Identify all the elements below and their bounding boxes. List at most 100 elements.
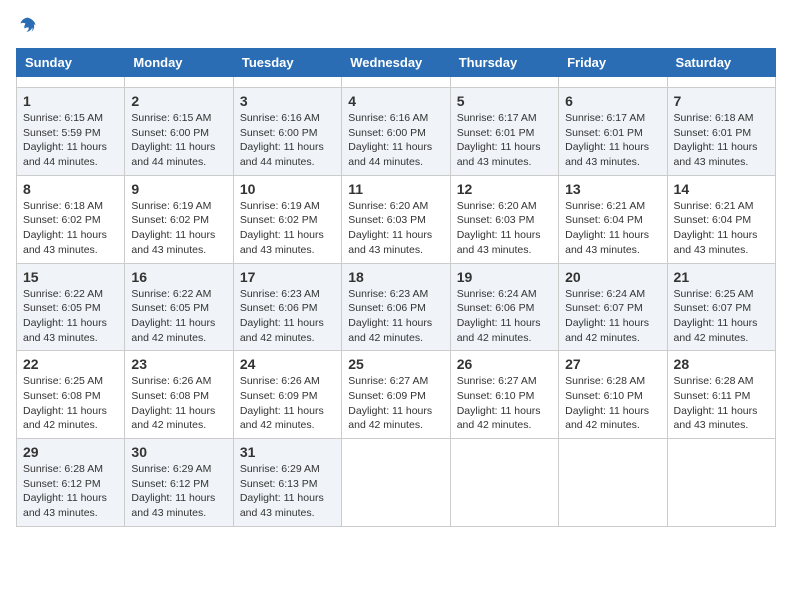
day-info: Sunrise: 6:17 AMSunset: 6:01 PMDaylight:… xyxy=(565,111,660,170)
day-info: Sunrise: 6:15 AMSunset: 6:00 PMDaylight:… xyxy=(131,111,226,170)
calendar-cell: 14 Sunrise: 6:21 AMSunset: 6:04 PMDayligh… xyxy=(667,175,775,263)
calendar-cell: 9 Sunrise: 6:19 AMSunset: 6:02 PMDaylight… xyxy=(125,175,233,263)
day-info: Sunrise: 6:24 AMSunset: 6:07 PMDaylight:… xyxy=(565,287,660,346)
day-info: Sunrise: 6:23 AMSunset: 6:06 PMDaylight:… xyxy=(348,287,443,346)
calendar-cell: 26Sunrise: 6:27 AMSunset: 6:10 PMDayligh… xyxy=(450,351,558,439)
day-info: Sunrise: 6:20 AMSunset: 6:03 PMDaylight:… xyxy=(457,199,552,258)
calendar-cell: 5 Sunrise: 6:17 AMSunset: 6:01 PMDaylight… xyxy=(450,88,558,176)
day-number: 5 xyxy=(457,93,552,109)
day-number: 2 xyxy=(131,93,226,109)
calendar-cell: 16Sunrise: 6:22 AMSunset: 6:05 PMDayligh… xyxy=(125,263,233,351)
calendar-week-row: 22 Sunrise: 6:25 AMSunset: 6:08 PMDayligh… xyxy=(17,351,776,439)
day-number: 27 xyxy=(565,356,660,372)
day-number: 24 xyxy=(240,356,335,372)
calendar-header-saturday: Saturday xyxy=(667,49,775,77)
day-number: 3 xyxy=(240,93,335,109)
calendar-cell xyxy=(125,77,233,88)
calendar-cell: 7 Sunrise: 6:18 AMSunset: 6:01 PMDaylight… xyxy=(667,88,775,176)
calendar-header-tuesday: Tuesday xyxy=(233,49,341,77)
day-number: 21 xyxy=(674,269,769,285)
calendar-cell: 24 Sunrise: 6:26 AMSunset: 6:09 PMDayligh… xyxy=(233,351,341,439)
day-number: 9 xyxy=(131,181,226,197)
calendar-cell: 15Sunrise: 6:22 AMSunset: 6:05 PMDayligh… xyxy=(17,263,125,351)
day-info: Sunrise: 6:25 AMSunset: 6:08 PMDaylight:… xyxy=(23,374,118,433)
day-info: Sunrise: 6:21 AMSunset: 6:04 PMDaylight:… xyxy=(674,199,769,258)
day-info: Sunrise: 6:16 AMSunset: 6:00 PMDaylight:… xyxy=(240,111,335,170)
day-info: Sunrise: 6:26 AMSunset: 6:08 PMDaylight:… xyxy=(131,374,226,433)
calendar-cell: 2 Sunrise: 6:15 AMSunset: 6:00 PMDaylight… xyxy=(125,88,233,176)
calendar-cell: 21 Sunrise: 6:25 AMSunset: 6:07 PMDayligh… xyxy=(667,263,775,351)
calendar-header-wednesday: Wednesday xyxy=(342,49,450,77)
calendar-cell: 23Sunrise: 6:26 AMSunset: 6:08 PMDayligh… xyxy=(125,351,233,439)
calendar-cell: 20 Sunrise: 6:24 AMSunset: 6:07 PMDayligh… xyxy=(559,263,667,351)
calendar-cell xyxy=(342,439,450,527)
day-number: 28 xyxy=(674,356,769,372)
day-number: 29 xyxy=(23,444,118,460)
calendar-cell xyxy=(17,77,125,88)
calendar-cell: 17 Sunrise: 6:23 AMSunset: 6:06 PMDayligh… xyxy=(233,263,341,351)
day-number: 11 xyxy=(348,181,443,197)
calendar-week-row: 1Sunrise: 6:15 AMSunset: 5:59 PMDaylight… xyxy=(17,88,776,176)
calendar-cell: 25 Sunrise: 6:27 AMSunset: 6:09 PMDayligh… xyxy=(342,351,450,439)
calendar-cell: 1Sunrise: 6:15 AMSunset: 5:59 PMDaylight… xyxy=(17,88,125,176)
day-info: Sunrise: 6:29 AMSunset: 6:13 PMDaylight:… xyxy=(240,462,335,521)
day-number: 30 xyxy=(131,444,226,460)
day-info: Sunrise: 6:21 AMSunset: 6:04 PMDaylight:… xyxy=(565,199,660,258)
calendar-header-friday: Friday xyxy=(559,49,667,77)
day-info: Sunrise: 6:17 AMSunset: 6:01 PMDaylight:… xyxy=(457,111,552,170)
day-number: 16 xyxy=(131,269,226,285)
calendar-cell: 19 Sunrise: 6:24 AMSunset: 6:06 PMDayligh… xyxy=(450,263,558,351)
day-number: 22 xyxy=(23,356,118,372)
day-info: Sunrise: 6:22 AMSunset: 6:05 PMDaylight:… xyxy=(23,287,118,346)
day-info: Sunrise: 6:15 AMSunset: 5:59 PMDaylight:… xyxy=(23,111,118,170)
calendar-cell xyxy=(450,77,558,88)
day-number: 17 xyxy=(240,269,335,285)
calendar-week-row: 15Sunrise: 6:22 AMSunset: 6:05 PMDayligh… xyxy=(17,263,776,351)
day-info: Sunrise: 6:29 AMSunset: 6:12 PMDaylight:… xyxy=(131,462,226,521)
day-number: 14 xyxy=(674,181,769,197)
day-info: Sunrise: 6:20 AMSunset: 6:03 PMDaylight:… xyxy=(348,199,443,258)
calendar-header-sunday: Sunday xyxy=(17,49,125,77)
day-info: Sunrise: 6:25 AMSunset: 6:07 PMDaylight:… xyxy=(674,287,769,346)
calendar-header-thursday: Thursday xyxy=(450,49,558,77)
day-number: 13 xyxy=(565,181,660,197)
day-number: 4 xyxy=(348,93,443,109)
day-info: Sunrise: 6:19 AMSunset: 6:02 PMDaylight:… xyxy=(240,199,335,258)
day-info: Sunrise: 6:28 AMSunset: 6:10 PMDaylight:… xyxy=(565,374,660,433)
day-info: Sunrise: 6:18 AMSunset: 6:01 PMDaylight:… xyxy=(674,111,769,170)
calendar-cell xyxy=(559,439,667,527)
calendar-cell: 6 Sunrise: 6:17 AMSunset: 6:01 PMDaylight… xyxy=(559,88,667,176)
day-info: Sunrise: 6:19 AMSunset: 6:02 PMDaylight:… xyxy=(131,199,226,258)
day-number: 26 xyxy=(457,356,552,372)
calendar-cell: 10 Sunrise: 6:19 AMSunset: 6:02 PMDayligh… xyxy=(233,175,341,263)
calendar-cell xyxy=(667,77,775,88)
day-info: Sunrise: 6:26 AMSunset: 6:09 PMDaylight:… xyxy=(240,374,335,433)
logo-bird-icon xyxy=(18,16,38,36)
day-number: 25 xyxy=(348,356,443,372)
calendar-cell: 13 Sunrise: 6:21 AMSunset: 6:04 PMDayligh… xyxy=(559,175,667,263)
calendar-cell: 22 Sunrise: 6:25 AMSunset: 6:08 PMDayligh… xyxy=(17,351,125,439)
calendar-cell: 11 Sunrise: 6:20 AMSunset: 6:03 PMDayligh… xyxy=(342,175,450,263)
day-number: 6 xyxy=(565,93,660,109)
day-number: 20 xyxy=(565,269,660,285)
day-info: Sunrise: 6:27 AMSunset: 6:09 PMDaylight:… xyxy=(348,374,443,433)
calendar-table: SundayMondayTuesdayWednesdayThursdayFrid… xyxy=(16,48,776,527)
day-number: 18 xyxy=(348,269,443,285)
day-number: 19 xyxy=(457,269,552,285)
calendar-header-row: SundayMondayTuesdayWednesdayThursdayFrid… xyxy=(17,49,776,77)
day-number: 8 xyxy=(23,181,118,197)
logo xyxy=(16,16,38,36)
page-header xyxy=(16,16,776,36)
calendar-cell: 29Sunrise: 6:28 AMSunset: 6:12 PMDayligh… xyxy=(17,439,125,527)
day-info: Sunrise: 6:24 AMSunset: 6:06 PMDaylight:… xyxy=(457,287,552,346)
calendar-cell: 3 Sunrise: 6:16 AMSunset: 6:00 PMDaylight… xyxy=(233,88,341,176)
calendar-cell xyxy=(342,77,450,88)
calendar-cell: 31 Sunrise: 6:29 AMSunset: 6:13 PMDayligh… xyxy=(233,439,341,527)
day-number: 7 xyxy=(674,93,769,109)
day-number: 31 xyxy=(240,444,335,460)
calendar-cell: 18 Sunrise: 6:23 AMSunset: 6:06 PMDayligh… xyxy=(342,263,450,351)
day-number: 10 xyxy=(240,181,335,197)
calendar-week-row: 8Sunrise: 6:18 AMSunset: 6:02 PMDaylight… xyxy=(17,175,776,263)
day-info: Sunrise: 6:23 AMSunset: 6:06 PMDaylight:… xyxy=(240,287,335,346)
day-info: Sunrise: 6:28 AMSunset: 6:11 PMDaylight:… xyxy=(674,374,769,433)
